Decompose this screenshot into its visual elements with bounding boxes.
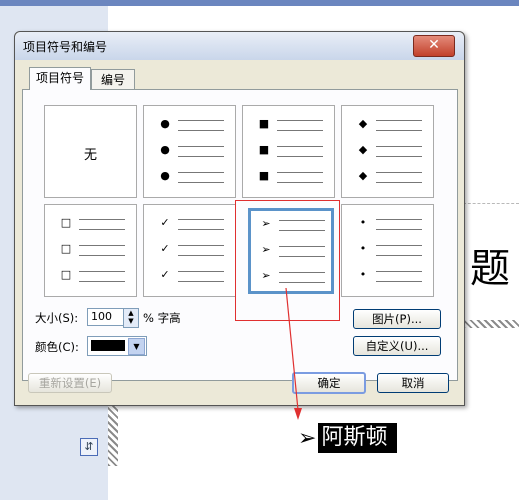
tab-bullets[interactable]: 项目符号: [29, 67, 91, 90]
